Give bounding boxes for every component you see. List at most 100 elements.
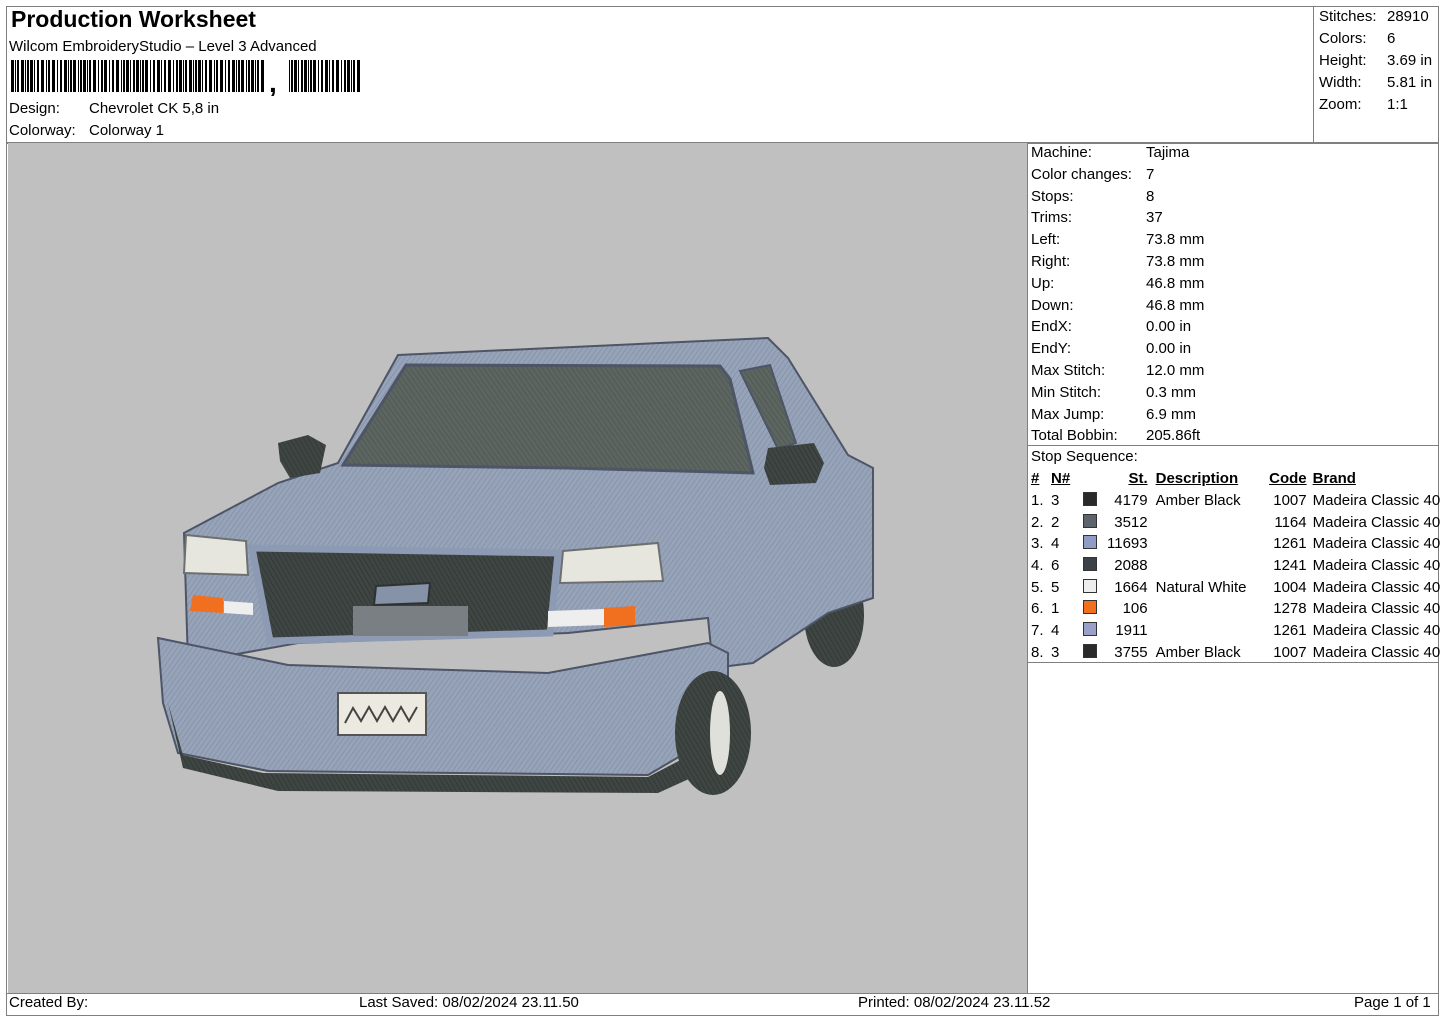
machine-info-label: EndY: — [1031, 340, 1072, 358]
stop-brand: Madeira Classic 40 — [1312, 513, 1441, 531]
stop-stitches: 3755 — [1114, 643, 1148, 661]
colorway-label: Colorway: — [9, 122, 76, 139]
machine-info-value: 0.00 in — [1146, 340, 1192, 358]
machine-info-label: Stops: — [1031, 187, 1074, 205]
stop-row: 5. 5 1664 Natural White 1004 Madeira Cla… — [1031, 576, 1440, 598]
stop-num: 5. — [1031, 578, 1044, 596]
machine-info-label: Machine: — [1031, 144, 1092, 161]
machine-info-label: Trims: — [1031, 209, 1073, 227]
color-swatch-cell — [1083, 620, 1107, 642]
printed-date: Printed: 08/02/2024 23.11.52 — [858, 994, 1051, 1011]
software-subtitle: Wilcom EmbroideryStudio – Level 3 Advanc… — [9, 38, 317, 55]
design-label: Design: — [9, 100, 60, 117]
summary-value: 28910 — [1387, 8, 1429, 25]
barcode: , — [11, 60, 360, 96]
stop-needle: 6 — [1051, 557, 1060, 575]
machine-info-label: EndX: — [1031, 318, 1072, 336]
stop-code: 1278 — [1273, 600, 1307, 618]
summary-label: Height: — [1319, 52, 1367, 69]
stop-stitches: 3512 — [1114, 513, 1148, 531]
stop-needle: 2 — [1051, 513, 1060, 531]
stop-brand: Madeira Classic 40 — [1312, 600, 1441, 618]
color-swatch — [1083, 643, 1097, 658]
stop-num: 8. — [1031, 643, 1044, 661]
color-swatch-cell — [1083, 642, 1107, 664]
table-bottom-divider — [1027, 662, 1439, 663]
summary-label: Colors: — [1319, 30, 1367, 47]
machine-info-value: 0.00 in — [1146, 318, 1192, 336]
machine-info-value: 12.0 mm — [1146, 362, 1205, 379]
machine-info-label: Min Stitch: — [1031, 383, 1102, 401]
stop-sequence-table: # N# St. Description Code Brand 1. 3 417… — [1031, 468, 1440, 663]
col-num: # — [1031, 470, 1040, 488]
colorway-value: Colorway 1 — [89, 122, 165, 139]
stop-row: 6. 1 106 1278 Madeira Classic 40 — [1031, 598, 1440, 620]
stop-row: 3. 4 11693 1261 Madeira Classic 40 — [1031, 533, 1440, 555]
stop-table-header: # N# St. Description Code Brand — [1031, 468, 1440, 490]
stop-stitches: 4179 — [1114, 492, 1148, 510]
color-swatch — [1083, 513, 1097, 528]
stop-needle: 4 — [1051, 535, 1060, 553]
color-swatch-cell — [1083, 576, 1107, 598]
stop-brand: Madeira Classic 40 — [1312, 622, 1441, 640]
machine-info-value: 0.3 mm — [1146, 383, 1197, 401]
stop-code: 1241 — [1273, 557, 1307, 575]
stop-description: Amber Black — [1155, 643, 1241, 661]
stop-needle: 3 — [1051, 643, 1060, 661]
machine-info-label: Up: — [1031, 274, 1055, 292]
color-swatch-cell — [1083, 511, 1107, 533]
design-value: Chevrolet CK 5,8 in — [89, 100, 220, 117]
stop-brand: Madeira Classic 40 — [1312, 557, 1441, 575]
machine-info-value: 37 — [1146, 209, 1163, 227]
stop-stitches: 106 — [1122, 600, 1148, 618]
stop-num: 1. — [1031, 492, 1044, 510]
machine-info-label: Left: — [1031, 231, 1061, 249]
machine-info-value: 7 — [1146, 165, 1155, 183]
machine-info-value: 46.8 mm — [1146, 296, 1205, 314]
col-n: N# — [1051, 470, 1071, 488]
footer-frame — [6, 993, 1439, 1016]
color-swatch — [1083, 535, 1097, 550]
stop-row: 2. 2 3512 1164 Madeira Classic 40 — [1031, 511, 1440, 533]
col-color — [1083, 468, 1107, 490]
stop-row: 1. 3 4179 Amber Black 1007 Madeira Class… — [1031, 490, 1440, 512]
machine-info-label: Max Jump: — [1031, 405, 1105, 423]
stop-sequence-title: Stop Sequence: — [1031, 448, 1138, 465]
stop-stitches: 2088 — [1114, 557, 1148, 575]
stop-num: 2. — [1031, 513, 1044, 531]
machine-info-label: Right: — [1031, 253, 1071, 270]
summary-value: 3.69 in — [1387, 52, 1433, 69]
created-by: Created By: — [9, 994, 89, 1011]
color-swatch — [1083, 578, 1097, 593]
stop-num: 3. — [1031, 535, 1044, 553]
stop-description: Natural White — [1155, 578, 1247, 596]
stop-stitches: 1911 — [1115, 622, 1148, 640]
stop-code: 1004 — [1273, 578, 1307, 596]
stop-description — [1148, 555, 1261, 577]
machine-info-value: 8 — [1146, 187, 1155, 205]
col-description: Description — [1155, 470, 1239, 488]
color-swatch — [1083, 622, 1097, 637]
col-code: Code — [1269, 470, 1307, 488]
stop-stitches: 1664 — [1114, 578, 1148, 596]
color-swatch — [1083, 492, 1097, 507]
stop-code: 1007 — [1273, 643, 1307, 661]
summary-value: 5.81 in — [1387, 74, 1433, 91]
stop-brand: Madeira Classic 40 — [1312, 492, 1441, 510]
page-title: Production Worksheet — [11, 6, 256, 32]
machine-info-value: 205.86ft — [1146, 427, 1201, 445]
summary-label: Width: — [1319, 74, 1362, 91]
stop-row: 4. 6 2088 1241 Madeira Classic 40 — [1031, 555, 1440, 577]
stop-needle: 3 — [1051, 492, 1060, 510]
machine-info-value: 6.9 mm — [1146, 405, 1197, 423]
stop-row: 7. 4 1911 1261 Madeira Classic 40 — [1031, 620, 1440, 642]
stop-num: 7. — [1031, 622, 1044, 640]
col-st: St. — [1128, 470, 1148, 488]
truck-embroidery-image — [156, 336, 874, 795]
color-swatch — [1083, 557, 1097, 572]
color-swatch-cell — [1083, 533, 1107, 555]
summary-label: Stitches: — [1319, 8, 1377, 25]
last-saved: Last Saved: 08/02/2024 23.11.50 — [359, 994, 579, 1011]
summary-value: 6 — [1387, 30, 1396, 47]
stop-stitches: 11693 — [1107, 535, 1148, 553]
